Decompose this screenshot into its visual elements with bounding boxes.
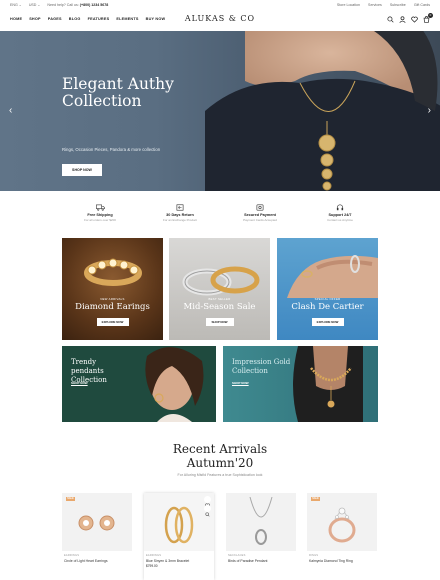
banner-shop-link[interactable]: SHOP NOW xyxy=(232,381,249,385)
tile-name: Mid-Season Sale xyxy=(183,302,256,312)
product-category: RINGS xyxy=(309,554,319,557)
tile-explore-button[interactable]: EXPLORE NOW xyxy=(96,318,129,326)
feature-title: 30 Days Return xyxy=(166,213,194,217)
tile-diamond-earings[interactable]: NEW ARRIVALS Diamond Earings EXPLORE NOW xyxy=(62,238,163,340)
tile-clash-de-cartier[interactable]: SPECIAL OFFER Clash De Cartier EXPLORE N… xyxy=(277,238,378,340)
ring-image xyxy=(182,266,260,296)
store-location-link[interactable]: Store Location xyxy=(337,3,360,7)
tile-shop-button[interactable]: SHOP NOW xyxy=(205,318,234,326)
chevron-right-icon[interactable]: › xyxy=(428,105,431,116)
hero-slider[interactable]: Elegant Authy Collection Rings, Occasion… xyxy=(0,31,440,191)
tile-caption: BEST SELLER xyxy=(208,297,231,301)
product-card[interactable]: SALE EARRINGS Circle of Light Heart Earr… xyxy=(62,493,132,580)
quick-actions xyxy=(204,496,211,517)
product-category: EARRINGS xyxy=(146,554,162,557)
product-card[interactable]: SALE RINGS Kalmynia Diamond Ting Ring xyxy=(307,493,377,580)
search-icon[interactable] xyxy=(387,16,394,23)
wishlist-icon[interactable] xyxy=(411,16,418,23)
tile-mid-season-sale[interactable]: BEST SELLER Mid-Season Sale SHOP NOW xyxy=(169,238,270,340)
account-icon[interactable] xyxy=(399,16,406,23)
product-image[interactable] xyxy=(144,493,214,551)
hero-model-image xyxy=(205,31,440,191)
model-image xyxy=(293,346,363,422)
header-icons: 0 xyxy=(387,13,433,23)
product-card[interactable]: NECKLACES Birds of Paradise Pendant xyxy=(226,493,296,580)
product-price: $799.00 xyxy=(146,564,158,568)
hero-subtitle: Rings, Occasion Pieces, Pandora & more c… xyxy=(62,147,161,152)
product-category: EARRINGS xyxy=(64,554,80,557)
product-image[interactable]: SALE xyxy=(62,493,132,551)
top-bar: ENG ⌄ USD ⌄ Need help? Call us: (+800) 1… xyxy=(0,0,440,10)
banner-impression-gold[interactable]: Impression Gold Collection SHOP NOW xyxy=(223,346,378,422)
banner-shop-link[interactable]: SHOP NOW xyxy=(71,381,88,385)
feature-secured-payment: Secured Payment Payment Cards Accepted xyxy=(220,204,300,226)
pendant-image xyxy=(249,497,273,545)
recent-arrivals-title: Recent Arrivals Autumn'20 xyxy=(0,442,440,470)
product-name[interactable]: Blue Sinyen & 3mm Bracelet xyxy=(146,559,214,563)
card-icon xyxy=(256,204,264,211)
product-name[interactable]: Kalmynia Diamond Ting Ring xyxy=(309,559,377,563)
feature-free-shipping: Free Shipping For all orders over $200 xyxy=(60,204,140,226)
feature-title: Support 24/7 xyxy=(328,213,352,217)
help-text: Need help? Call us: (+800) 1234 5678 xyxy=(47,3,108,7)
features-row: Free Shipping For all orders over $200 3… xyxy=(60,204,380,226)
feature-subtitle: Payment Cards Accepted xyxy=(243,218,277,222)
tile-explore-button[interactable]: EXPLORE NOW xyxy=(311,318,344,326)
banner-trendy-pendants[interactable]: Trendy pendants Collection SHOP NOW xyxy=(62,346,216,422)
return-icon xyxy=(176,204,184,211)
gift-cards-link[interactable]: Gift Cards xyxy=(414,3,430,7)
zoom-icon[interactable] xyxy=(204,505,211,517)
hero-title: Elegant Authy Collection xyxy=(62,75,174,110)
help-prefix: Need help? Call us: xyxy=(47,3,79,7)
language-select[interactable]: USD ⌄ xyxy=(29,3,41,7)
hero-shop-now-button[interactable]: SHOP NOW xyxy=(62,164,102,176)
earrings-image xyxy=(78,515,115,531)
currency-select[interactable]: ENG ⌄ xyxy=(10,3,22,7)
recent-title-line2: Autumn'20 xyxy=(186,456,254,470)
feature-subtitle: For an Exchange Product xyxy=(162,218,198,222)
cart-count-badge: 0 xyxy=(428,13,433,18)
sale-badge: SALE xyxy=(66,497,75,501)
banner-title: Impression Gold Collection xyxy=(232,358,291,375)
main-header: HOME SHOP PAGES BLOG FEATURES ELEMENTS B… xyxy=(0,11,440,29)
product-name[interactable]: Birds of Paradise Pendant xyxy=(228,559,296,563)
tile-name: Diamond Earings xyxy=(75,302,150,312)
services-link[interactable]: Services xyxy=(368,3,382,7)
tile-name: Clash De Cartier xyxy=(291,302,364,312)
truck-icon xyxy=(95,204,105,211)
feature-title: Free Shipping xyxy=(87,213,113,217)
site-logo[interactable]: ALUKAS & CO xyxy=(0,14,440,23)
feature-subtitle: Contact us Anytime xyxy=(327,218,353,222)
product-card[interactable]: EARRINGS Blue Sinyen & 3mm Bracelet $799… xyxy=(144,493,214,580)
feature-title: Secured Payment xyxy=(244,213,276,217)
recent-title-line1: Recent Arrivals xyxy=(172,442,268,456)
product-image[interactable]: SALE xyxy=(307,493,377,551)
recent-arrivals-subtitle: For Alluring Misfid Features a true Soph… xyxy=(177,473,263,477)
feature-subtitle: For all orders over $200 xyxy=(84,218,116,222)
cart-icon[interactable]: 0 xyxy=(423,13,433,23)
heart-icon[interactable] xyxy=(204,496,211,508)
model-image xyxy=(145,347,204,422)
tile-caption: SPECIAL OFFER xyxy=(314,297,341,301)
tile-caption: NEW ARRIVALS xyxy=(100,297,125,301)
feature-return: 30 Days Return For an Exchange Product xyxy=(140,204,220,226)
support-icon xyxy=(336,204,344,211)
ring-image xyxy=(328,507,356,543)
hand-image xyxy=(287,255,378,298)
phone-number[interactable]: (+800) 1234 5678 xyxy=(80,3,108,7)
chevron-left-icon[interactable]: ‹ xyxy=(9,105,12,116)
ring-image xyxy=(84,258,142,286)
sale-badge: SALE xyxy=(311,497,320,501)
product-image[interactable] xyxy=(226,493,296,551)
subscribe-link[interactable]: Subscribe xyxy=(390,3,406,7)
hoop-earrings-image xyxy=(164,506,194,544)
feature-support: Support 24/7 Contact us Anytime xyxy=(300,204,380,226)
product-category: NECKLACES xyxy=(228,554,246,557)
product-name[interactable]: Circle of Light Heart Earrings xyxy=(64,559,132,563)
